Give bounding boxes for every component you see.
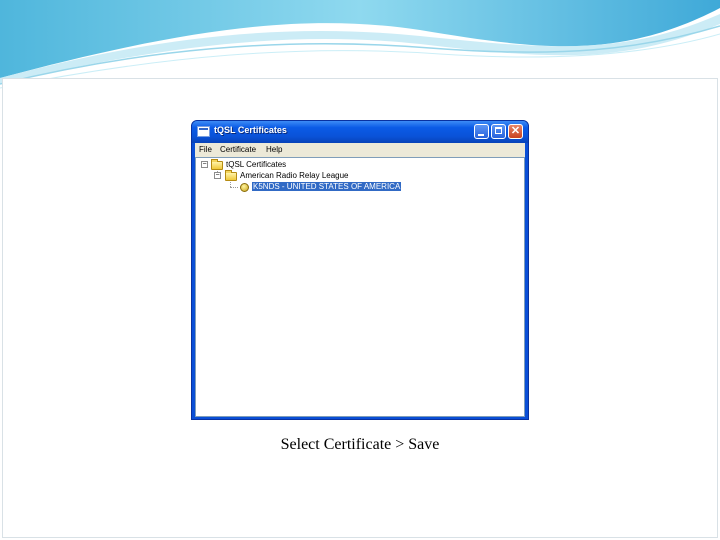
collapse-icon[interactable]: −: [214, 172, 221, 179]
folder-icon: [225, 170, 237, 181]
tree-label-root: tQSL Certificates: [226, 160, 287, 169]
app-icon: [197, 126, 210, 137]
tqsl-certificates-window: tQSL Certificates ✕ File Certificate Hel…: [191, 120, 529, 420]
window-title: tQSL Certificates: [214, 125, 287, 135]
tree-item-organization[interactable]: − American Radio Relay League: [196, 170, 496, 181]
tree-item-certificate[interactable]: K5NDS - UNITED STATES OF AMERICA: [196, 181, 496, 192]
minimize-icon: [478, 134, 484, 136]
tree-item-root[interactable]: − tQSL Certificates: [196, 159, 496, 170]
maximize-button[interactable]: [491, 124, 506, 139]
certificate-icon: [240, 183, 249, 192]
menu-bar: File Certificate Help: [195, 143, 525, 157]
menu-help[interactable]: Help: [266, 145, 282, 154]
tree-label-certificate[interactable]: K5NDS - UNITED STATES OF AMERICA: [252, 182, 402, 191]
title-bar[interactable]: tQSL Certificates ✕: [192, 121, 528, 143]
menu-certificate[interactable]: Certificate: [220, 145, 256, 154]
minimize-button[interactable]: [474, 124, 489, 139]
close-button[interactable]: ✕: [508, 124, 523, 139]
collapse-icon[interactable]: −: [201, 161, 208, 168]
maximize-icon: [495, 127, 502, 134]
tree-label-organization: American Radio Relay League: [240, 171, 349, 180]
certificate-tree[interactable]: − tQSL Certificates − American Radio Rel…: [195, 157, 525, 417]
close-icon: ✕: [510, 125, 521, 137]
slide-caption: Select Certificate > Save: [280, 436, 440, 453]
menu-file[interactable]: File: [199, 145, 212, 154]
folder-icon: [211, 159, 223, 170]
